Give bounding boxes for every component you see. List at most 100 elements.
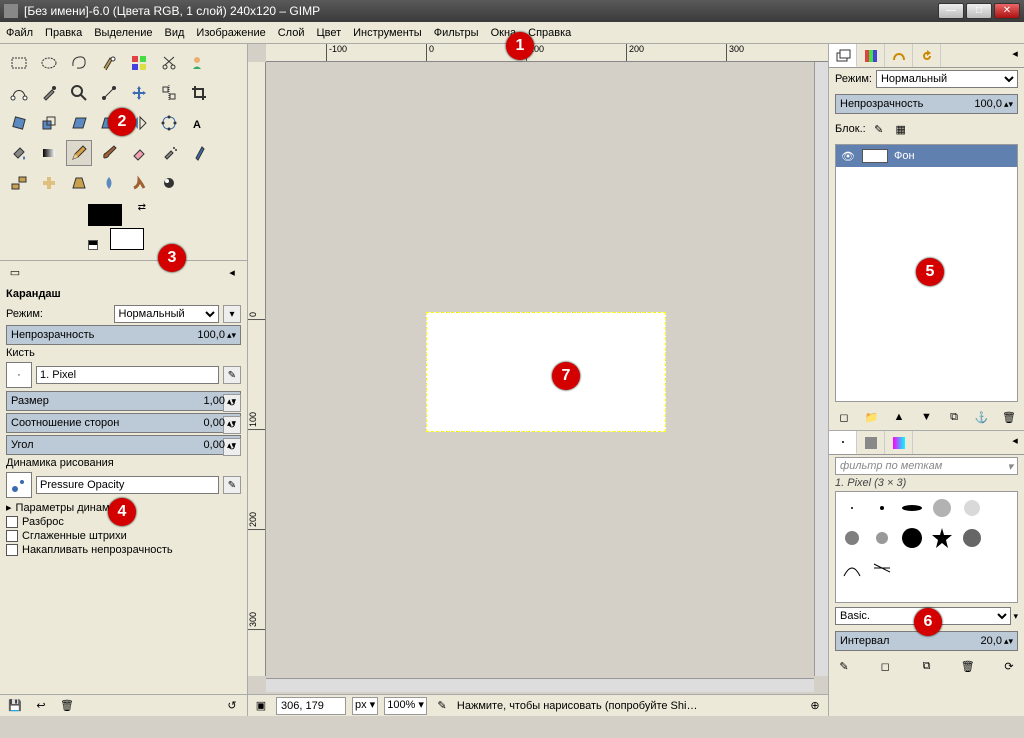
- brushes-tab[interactable]: [829, 431, 857, 454]
- layer-row[interactable]: 👁 Фон: [836, 145, 1017, 167]
- brush-item[interactable]: [958, 524, 986, 552]
- cage-tool[interactable]: [156, 110, 182, 136]
- anchor-layer-icon[interactable]: ⚓: [973, 408, 991, 426]
- mode-select[interactable]: Нормальный: [114, 305, 220, 323]
- dynamics-name[interactable]: Pressure Opacity: [36, 476, 219, 494]
- canvas[interactable]: [426, 312, 666, 432]
- perspective-clone-tool[interactable]: [66, 170, 92, 196]
- paths-tab[interactable]: [885, 44, 913, 67]
- restore-preset-icon[interactable]: ↩: [32, 697, 50, 715]
- brush-item[interactable]: [868, 554, 896, 582]
- nav-icon[interactable]: ⊕: [806, 697, 824, 715]
- brush-item[interactable]: [868, 524, 896, 552]
- crop-tool[interactable]: [186, 80, 212, 106]
- gradients-tab[interactable]: [885, 431, 913, 454]
- layer-name[interactable]: Фон: [894, 150, 915, 162]
- airbrush-tool[interactable]: [156, 140, 182, 166]
- menu-help[interactable]: Справка: [528, 27, 571, 39]
- free-select-tool[interactable]: [66, 50, 92, 76]
- fg-color[interactable]: [88, 204, 122, 226]
- brush-item[interactable]: [928, 494, 956, 522]
- save-preset-icon[interactable]: 💾: [6, 697, 24, 715]
- align-tool[interactable]: [156, 80, 182, 106]
- measure-tool[interactable]: [96, 80, 122, 106]
- shear-tool[interactable]: [66, 110, 92, 136]
- blur-tool[interactable]: [96, 170, 122, 196]
- quickmask-icon[interactable]: ▣: [252, 697, 270, 715]
- brush-preview[interactable]: ·: [6, 362, 32, 388]
- duplicate-layer-icon[interactable]: ⧉: [945, 408, 963, 426]
- menu-select[interactable]: Выделение: [94, 27, 152, 39]
- scrollbar-horizontal[interactable]: [266, 678, 814, 692]
- blend-tool[interactable]: [36, 140, 62, 166]
- opacity-slider[interactable]: Непрозрачность 100,0 ▴▾: [6, 325, 241, 345]
- ink-tool[interactable]: [186, 140, 212, 166]
- brush-item[interactable]: [898, 494, 926, 522]
- menu-tools[interactable]: Инструменты: [353, 27, 422, 39]
- undo-tab[interactable]: [913, 44, 941, 67]
- dock-menu-icon[interactable]: ◂: [223, 263, 241, 281]
- menu-edit[interactable]: Правка: [45, 27, 82, 39]
- color-select-tool[interactable]: [126, 50, 152, 76]
- menu-image[interactable]: Изображение: [196, 27, 265, 39]
- ruler-vertical[interactable]: 0 100 200 300: [248, 62, 266, 676]
- reset-preset-icon[interactable]: ↺: [223, 697, 241, 715]
- brush-filter-input[interactable]: фильтр по меткам▾: [835, 457, 1018, 475]
- lock-alpha-icon[interactable]: ▦: [892, 120, 910, 138]
- ruler-horizontal[interactable]: -100 0 100 200 300: [266, 44, 828, 62]
- smudge-tool[interactable]: [126, 170, 152, 196]
- brush-item[interactable]: [928, 524, 956, 552]
- brush-item[interactable]: [838, 524, 866, 552]
- menu-file[interactable]: Файл: [6, 27, 33, 39]
- duplicate-brush-icon[interactable]: ⧉: [918, 657, 936, 675]
- layer-mode-select[interactable]: Нормальный: [876, 70, 1018, 88]
- bucket-fill-tool[interactable]: [6, 140, 32, 166]
- refresh-brushes-icon[interactable]: ⟳: [1000, 657, 1018, 675]
- default-colors-icon[interactable]: [88, 240, 98, 250]
- heal-tool[interactable]: [36, 170, 62, 196]
- accumulate-checkbox[interactable]: Накапливать непрозрачность: [6, 544, 241, 556]
- zoom-select[interactable]: 100% ▾: [384, 697, 427, 715]
- dynamics-preview[interactable]: [6, 472, 32, 498]
- paintbrush-tool[interactable]: [96, 140, 122, 166]
- channels-tab[interactable]: [857, 44, 885, 67]
- brush-edit-icon[interactable]: ✎: [223, 366, 241, 384]
- color-picker-tool[interactable]: [36, 80, 62, 106]
- brush-item[interactable]: [868, 494, 896, 522]
- new-group-icon[interactable]: 📁: [863, 408, 881, 426]
- clone-tool[interactable]: [6, 170, 32, 196]
- mode-menu-icon[interactable]: ▾: [223, 305, 241, 323]
- brush-item[interactable]: [898, 524, 926, 552]
- dodge-burn-tool[interactable]: [156, 170, 182, 196]
- scale-tool[interactable]: [36, 110, 62, 136]
- brush-item[interactable]: [838, 554, 866, 582]
- delete-layer-icon[interactable]: 🗑: [1000, 408, 1018, 426]
- delete-brush-icon[interactable]: 🗑: [959, 657, 977, 675]
- menu-layer[interactable]: Слой: [278, 27, 305, 39]
- text-tool[interactable]: A: [186, 110, 212, 136]
- brush-item[interactable]: [838, 494, 866, 522]
- fuzzy-select-tool[interactable]: [96, 50, 122, 76]
- visibility-icon[interactable]: 👁: [840, 150, 856, 163]
- menu-view[interactable]: Вид: [165, 27, 185, 39]
- unit-select[interactable]: px ▾: [352, 697, 378, 715]
- delete-preset-icon[interactable]: 🗑: [58, 697, 76, 715]
- layers-dock-menu-icon[interactable]: ◂: [1006, 44, 1024, 62]
- paths-tool[interactable]: [6, 80, 32, 106]
- tool-options-tab-icon[interactable]: ▭: [6, 263, 24, 281]
- rotate-tool[interactable]: [6, 110, 32, 136]
- size-slider[interactable]: Размер 1,00 ▴▾: [6, 391, 241, 411]
- brush-item[interactable]: [958, 494, 986, 522]
- brush-grid[interactable]: [835, 491, 1018, 603]
- swap-colors-icon[interactable]: ⇄: [138, 202, 146, 213]
- minimize-button[interactable]: —: [938, 3, 964, 19]
- patterns-tab[interactable]: [857, 431, 885, 454]
- layers-tab[interactable]: [829, 44, 857, 67]
- pencil-tool[interactable]: [66, 140, 92, 166]
- dynamics-edit-icon[interactable]: ✎: [223, 476, 241, 494]
- ellipse-select-tool[interactable]: [36, 50, 62, 76]
- new-brush-icon[interactable]: ◻: [876, 657, 894, 675]
- foreground-select-tool[interactable]: [186, 50, 212, 76]
- menu-filters[interactable]: Фильтры: [434, 27, 479, 39]
- bg-color[interactable]: [110, 228, 144, 250]
